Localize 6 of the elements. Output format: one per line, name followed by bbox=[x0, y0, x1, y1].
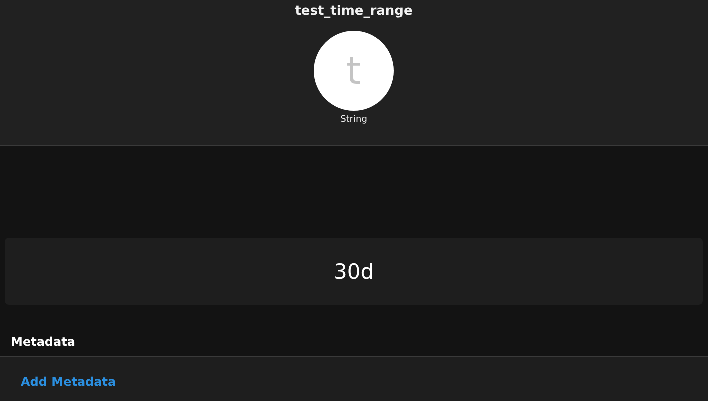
field-value: 30d bbox=[334, 260, 374, 284]
add-metadata-link[interactable]: Add Metadata bbox=[21, 375, 116, 389]
type-label: String bbox=[340, 115, 368, 125]
field-title: test_time_range bbox=[295, 4, 413, 20]
section-title: Metadata bbox=[10, 334, 76, 351]
type-avatar: t bbox=[314, 31, 394, 111]
